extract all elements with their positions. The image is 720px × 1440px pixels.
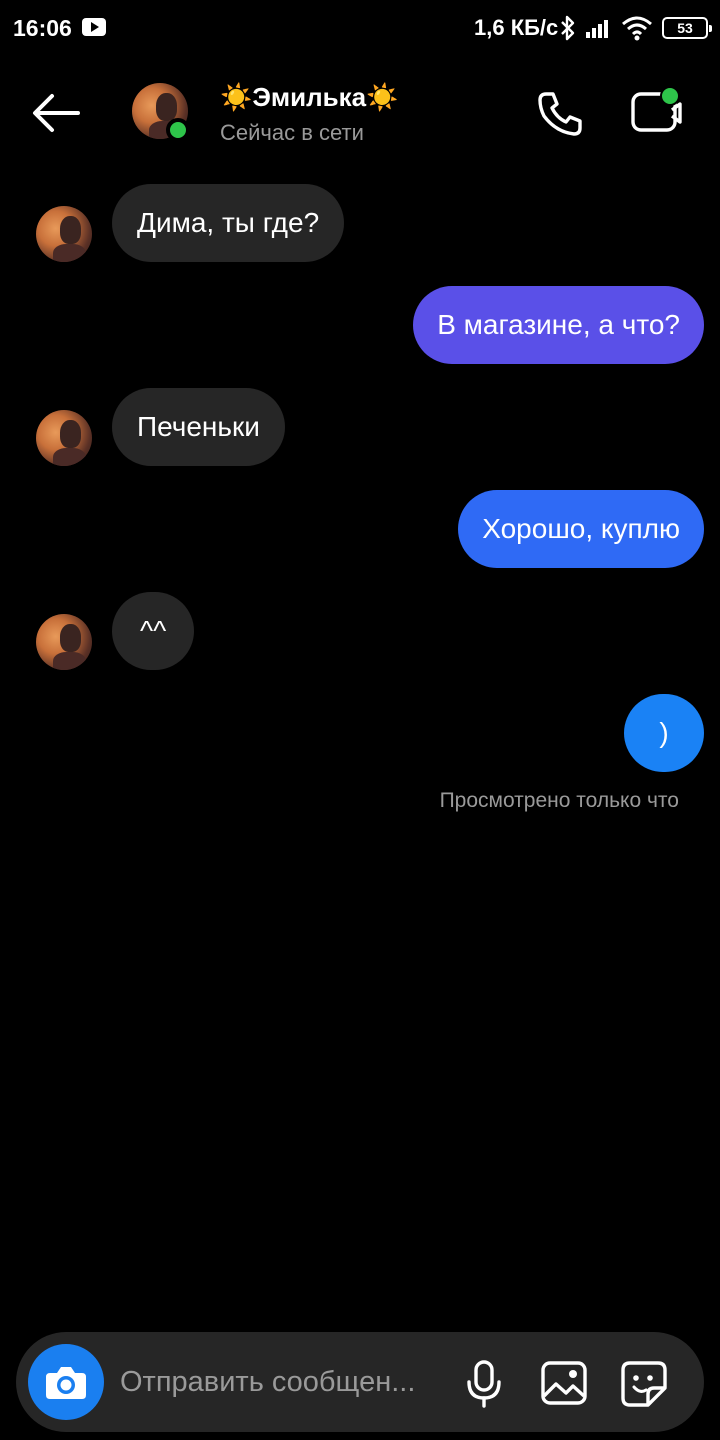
seen-status: Просмотрено только что [439,789,679,812]
message-text: ) [659,717,669,748]
contact-status: Сейчас в сети [220,120,364,145]
status-bar: 16:06 1,6 КБ/с 53 [0,0,720,56]
message-incoming[interactable]: Печеньки [112,388,285,466]
message-avatar[interactable] [36,410,92,466]
phone-icon[interactable] [534,88,586,140]
message-composer [16,1332,704,1432]
back-arrow-icon[interactable] [28,88,84,138]
wifi-icon [622,16,652,41]
message-input[interactable] [120,1362,450,1402]
microphone-icon[interactable] [464,1360,504,1408]
message-text: Дима, ты где? [137,207,320,238]
contact-name[interactable]: ☀️Эмилька☀️ [220,82,398,113]
sticker-icon[interactable] [620,1360,668,1408]
message-text: В магазине, а что? [437,309,680,340]
message-avatar[interactable] [36,206,92,262]
network-speed: 1,6 КБ/с [474,15,559,40]
signal-icon [586,20,608,38]
bluetooth-icon [561,15,575,41]
message-outgoing[interactable]: Хорошо, куплю [458,490,704,568]
status-time: 16:06 [13,15,72,41]
online-indicator [166,118,190,142]
battery-icon: 53 [662,17,712,39]
message-text: Печеньки [137,411,260,442]
camera-button[interactable] [28,1344,104,1420]
camera-icon [46,1367,86,1399]
video-call-icon[interactable] [628,86,686,138]
message-outgoing[interactable]: ) [624,694,704,772]
message-text: ^^ [140,615,167,646]
status-icons [558,14,654,42]
message-incoming[interactable]: ^^ [112,592,195,670]
battery-level: 53 [677,20,693,36]
message-outgoing[interactable]: В магазине, а что? [413,286,704,364]
message-avatar[interactable] [36,614,92,670]
chat-header: ☀️Эмилька☀️ Сейчас в сети [0,70,720,160]
youtube-icon [82,18,106,36]
message-text: Хорошо, куплю [482,513,680,544]
message-incoming[interactable]: Дима, ты где? [112,184,345,262]
gallery-icon[interactable] [540,1360,588,1406]
